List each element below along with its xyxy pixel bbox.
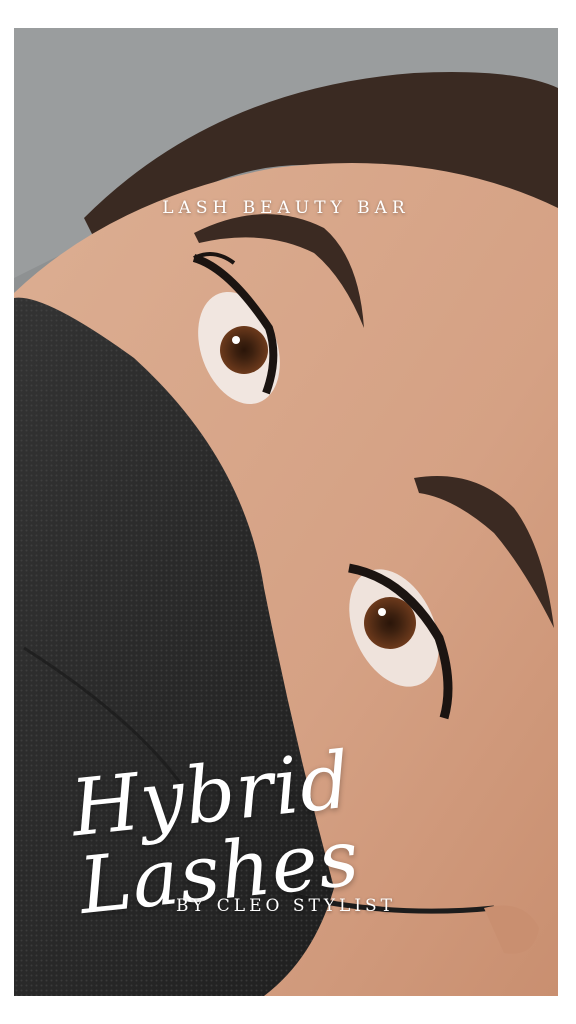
- photo-frame: LASH BEAUTY BAR Hybrid Lashes BY CLEO ST…: [14, 28, 558, 996]
- brand-name: LASH BEAUTY BAR: [162, 198, 410, 218]
- stylist-byline: BY CLEO STYLIST: [175, 896, 397, 916]
